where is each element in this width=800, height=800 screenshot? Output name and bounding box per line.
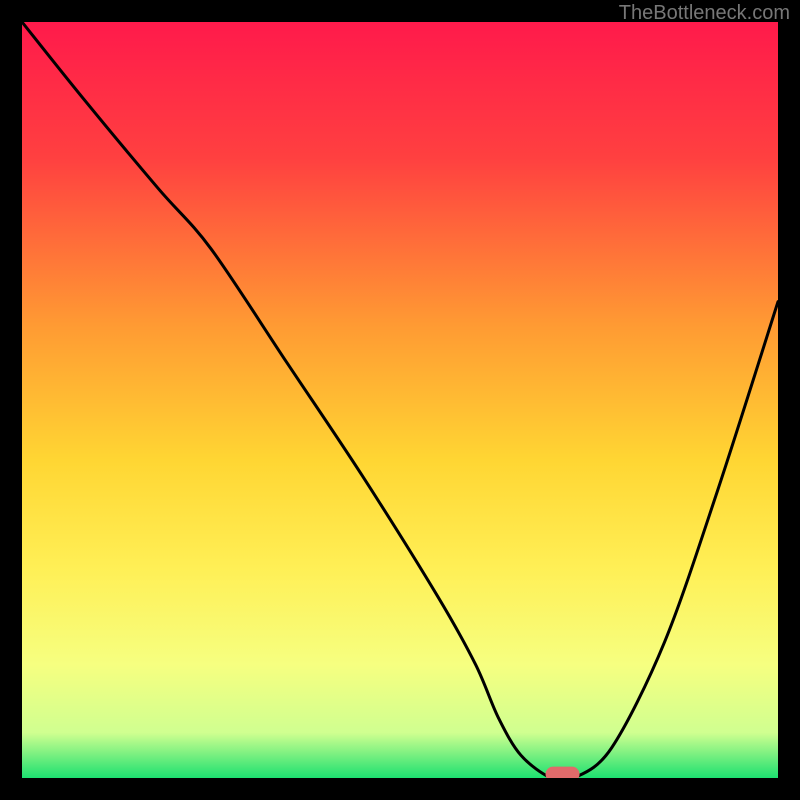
optimum-marker [546, 767, 580, 778]
chart-frame [22, 22, 778, 778]
watermark-text: TheBottleneck.com [619, 2, 790, 25]
chart-plot-area [22, 22, 778, 778]
chart-background [22, 22, 778, 778]
chart-svg [22, 22, 778, 778]
